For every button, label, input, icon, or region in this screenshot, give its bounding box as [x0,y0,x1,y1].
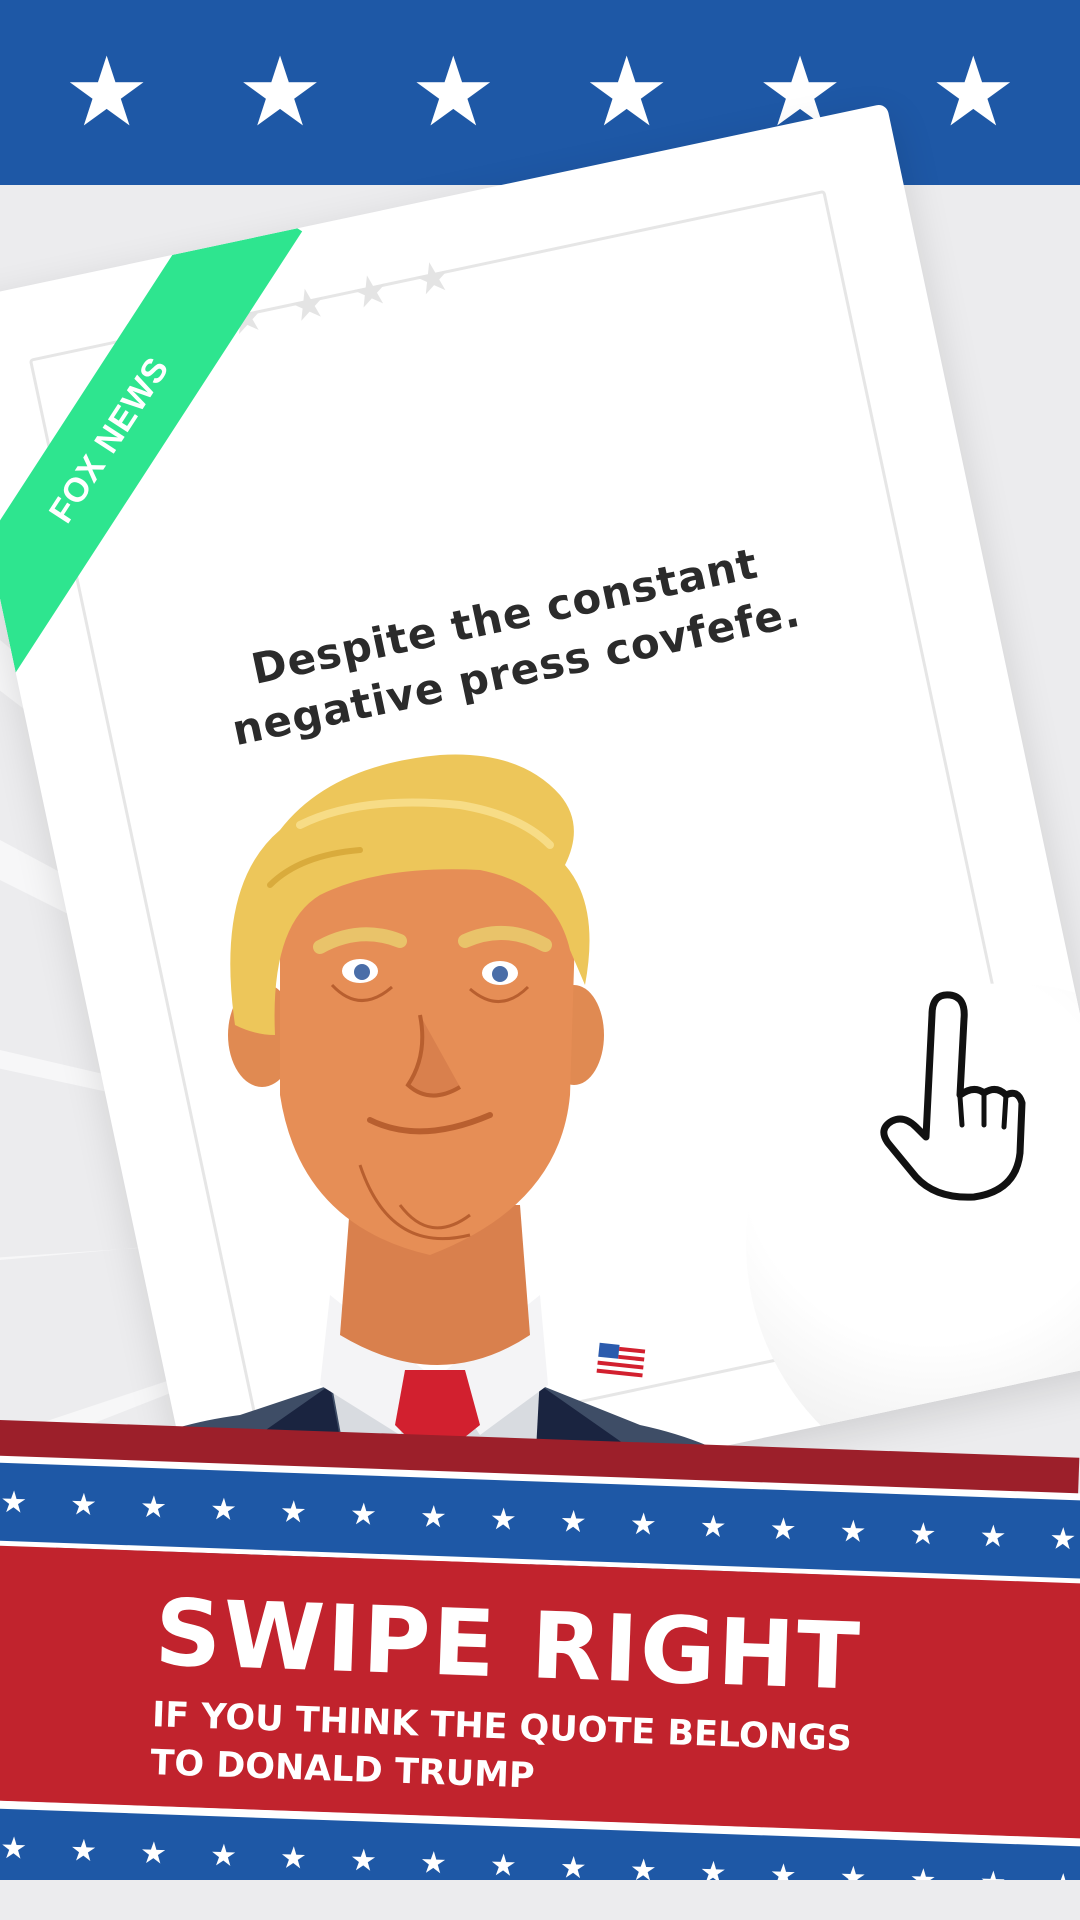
star-icon: ★ [236,36,324,148]
star-icon: ★ [63,36,150,148]
star-icon: ★ [699,1508,728,1545]
swipe-instruction-text: IF YOU THINK THE QUOTE BELONGS TO DONALD… [150,1691,853,1811]
app-screen: ★ ★ ★ ★ ★ ★ ★★★★ ★★ FOX NEWS Despite the… [0,0,1080,1920]
source-ribbon: FOX NEWS [0,215,303,702]
swipe-right-title: SWIPE RIGHT [153,1579,864,1711]
star-icon: ★ [629,1506,658,1543]
star-icon: ★ [419,1844,448,1881]
star-icon: ★ [559,1503,588,1540]
star-icon: ★ [279,1494,308,1530]
star-icon: ★ [69,1486,98,1523]
star-icon: ★ [489,1847,518,1884]
star-icon: ★ [978,1518,1008,1555]
instruction-banner: SWIPE RIGHT IF YOU THINK THE QUOTE BELON… [0,1545,1080,1839]
bottom-edge [0,1880,1080,1920]
star-icon: ★ [930,36,1017,148]
source-label: FOX NEWS [41,350,177,530]
star-icon: ★ [1048,1520,1078,1557]
star-icon: ★ [583,36,670,148]
star-icon: ★ [410,36,497,148]
star-icon: ★ [209,1491,238,1528]
star-icon: ★ [419,1498,448,1535]
star-icon: ★ [139,1835,168,1872]
star-icon: ★ [209,1837,238,1874]
star-icon: ★ [909,1515,938,1552]
star-icon: ★ [839,1513,868,1550]
star-icon: ★ [489,1501,518,1538]
top-star-banner: ★ ★ ★ ★ ★ ★ [0,0,1080,185]
star-icon: ★ [0,1484,28,1521]
star-icon: ★ [349,1842,378,1879]
star-icon: ★ [0,1830,28,1867]
star-icon: ★ [769,1511,798,1548]
star-icon: ★ [69,1832,98,1869]
star-icon: ★ [279,1840,308,1876]
star-icon: ★ [139,1489,168,1526]
star-icon: ★ [349,1496,378,1533]
